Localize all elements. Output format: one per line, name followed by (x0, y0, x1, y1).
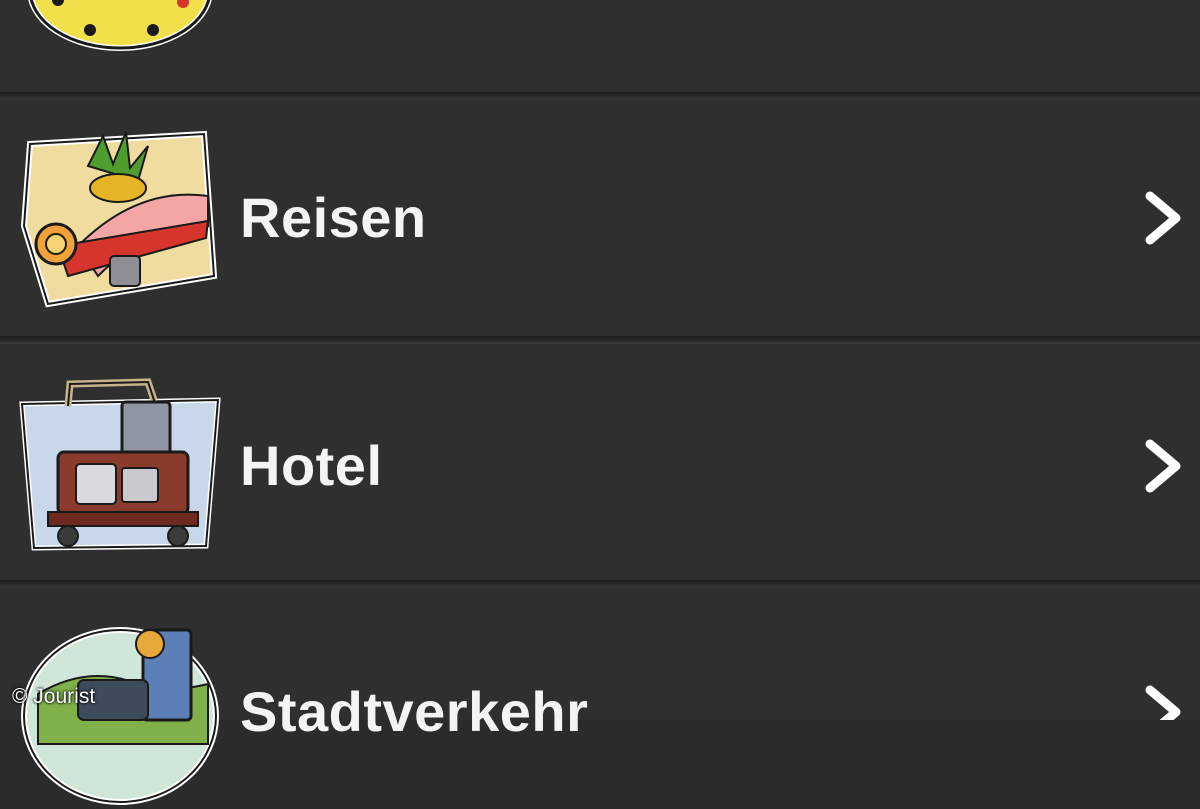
list-item-reisen[interactable]: Reisen (0, 100, 1200, 336)
chevron-right-icon (1142, 682, 1186, 720)
travel-beach-icon (18, 126, 223, 311)
list-item-top[interactable] (0, 0, 1200, 92)
chevron-right-icon (1142, 188, 1186, 248)
row-separator (0, 92, 1200, 100)
hotel-luggage-cart-icon (18, 376, 223, 561)
row-separator (0, 580, 1200, 588)
city-traffic-icon (18, 624, 223, 809)
list-item-label: Hotel (240, 434, 383, 497)
list-item-stadtverkehr[interactable]: Stadtverkehr (0, 588, 1200, 805)
copyright-watermark: © Jourist (12, 685, 96, 708)
list-item-label: Stadtverkehr (240, 680, 589, 743)
list-item-hotel[interactable]: Hotel (0, 344, 1200, 580)
row-separator (0, 336, 1200, 344)
category-list: Reisen Hotel Stadtverkehr (0, 0, 1200, 805)
list-item-label: Reisen (240, 186, 427, 249)
chevron-right-icon (1142, 436, 1186, 496)
clock-icon (18, 0, 223, 52)
